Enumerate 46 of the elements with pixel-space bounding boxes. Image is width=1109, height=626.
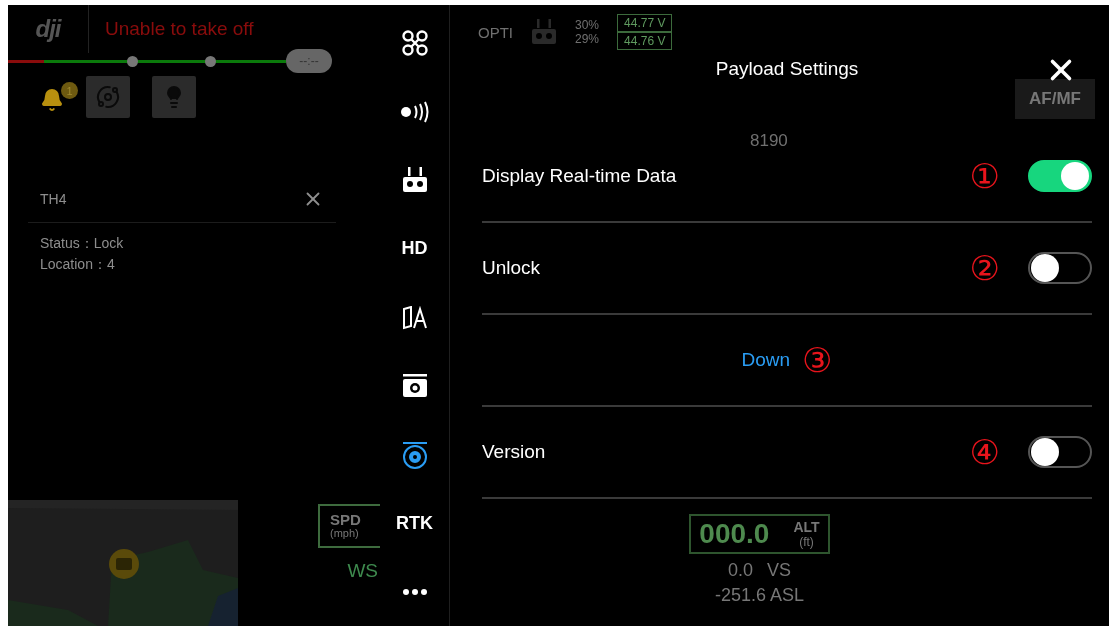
- wind-speed-label: WS: [347, 560, 378, 582]
- panel-title: Payload Settings: [715, 58, 859, 80]
- voltage-reading: 44.76 V: [617, 32, 673, 50]
- signal-icon: [399, 100, 430, 123]
- rail-button[interactable]: RTK: [394, 503, 435, 544]
- toggle-switch[interactable]: [1028, 160, 1092, 192]
- vertical-speed: 0.0: [727, 560, 753, 581]
- altitude-value: 000.0: [699, 518, 770, 550]
- battery-percent: 30%: [575, 18, 600, 32]
- drone-icon: [400, 29, 429, 57]
- altitude-asl: -251.6 ASL: [714, 585, 805, 606]
- card-line: Location：4: [39, 255, 116, 274]
- callout-marker: ③: [802, 343, 833, 377]
- voltage-reading: 44.77 V: [617, 14, 673, 32]
- speed-unit: (mph): [330, 527, 360, 539]
- map-icon: [401, 305, 428, 330]
- setting-label: Unlock: [482, 257, 541, 279]
- flight-mode: OPTI: [478, 23, 513, 41]
- down-link[interactable]: Down: [741, 349, 791, 371]
- setting-label: Version: [482, 441, 546, 463]
- altitude-label: ALT: [793, 519, 820, 535]
- focus-button[interactable]: AF/MF: [1015, 79, 1095, 119]
- camera-icon: [401, 374, 428, 399]
- rail-button[interactable]: HD: [394, 228, 435, 269]
- logo: dji: [8, 5, 89, 53]
- bell-icon[interactable]: [40, 88, 64, 112]
- vertical-speed-label: VS: [767, 560, 791, 581]
- callout-marker: ①: [969, 159, 1000, 193]
- setting-label: Display Real-time Data: [482, 165, 677, 187]
- more-icon: [402, 589, 427, 595]
- battery-percent: 29%: [575, 32, 600, 46]
- speed-label: SPD: [330, 512, 362, 527]
- callout-marker: ②: [969, 251, 1000, 285]
- card-line: Status：Lock: [39, 234, 125, 253]
- altitude-unit: (ft): [798, 535, 815, 549]
- status-message: Unable to take off: [104, 18, 254, 40]
- gimbal-icon: [96, 85, 120, 109]
- remote-controller-icon: [401, 167, 428, 194]
- callout-marker: ④: [969, 435, 1000, 469]
- toggle-switch[interactable]: [1028, 252, 1092, 284]
- payload-settings-icon: [401, 440, 428, 469]
- shot-count: 8190: [749, 130, 789, 151]
- remote-signal-icon: [531, 19, 557, 45]
- flight-time-pill: --:--: [286, 49, 332, 73]
- card-title: TH4: [40, 191, 67, 207]
- toggle-switch[interactable]: [1028, 436, 1092, 468]
